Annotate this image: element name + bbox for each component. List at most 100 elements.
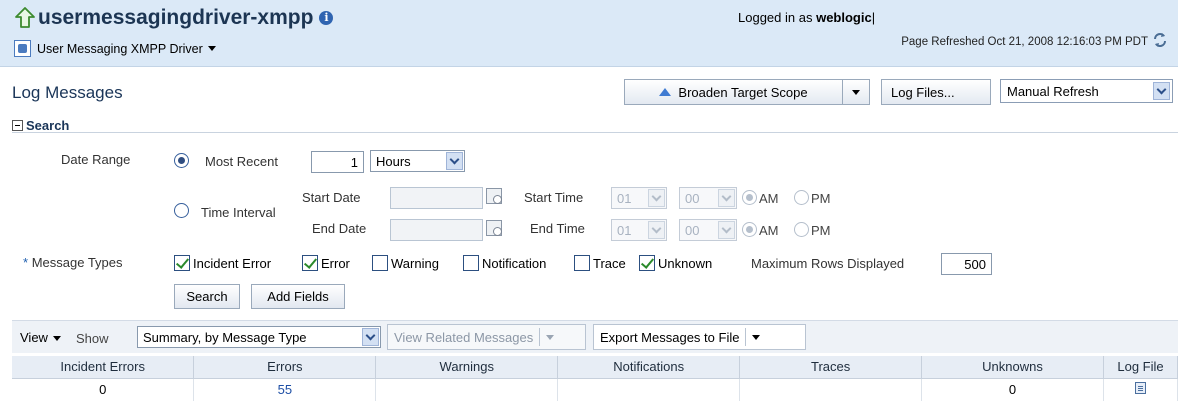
end-time-label: End Time xyxy=(530,221,585,236)
start-minute-select[interactable]: 00 xyxy=(679,187,737,209)
refresh-mode-select[interactable]: Manual Refresh xyxy=(1000,79,1173,103)
show-select[interactable]: Summary, by Message Type xyxy=(137,326,381,348)
start-date-input[interactable] xyxy=(390,187,483,209)
page-refreshed-text: Page Refreshed Oct 21, 2008 12:16:03 PM … xyxy=(901,36,1148,48)
view-menu[interactable]: View xyxy=(20,330,61,345)
end-hour-value: 01 xyxy=(617,223,632,238)
start-am-radio[interactable] xyxy=(742,190,757,205)
logged-in-user[interactable]: weblogic xyxy=(816,10,872,25)
error-label: Error xyxy=(321,256,350,271)
export-dropdown[interactable] xyxy=(746,325,766,349)
most-recent-radio[interactable] xyxy=(174,153,189,168)
end-date-input[interactable] xyxy=(390,219,483,241)
column-header-incident-errors[interactable]: Incident Errors xyxy=(12,356,195,379)
start-am-label: AM xyxy=(759,191,779,206)
end-am-radio[interactable] xyxy=(742,222,757,237)
start-time-label: Start Time xyxy=(524,190,584,205)
time-interval-radio[interactable] xyxy=(174,203,189,218)
log-files-button[interactable]: Log Files... xyxy=(881,79,991,105)
refresh-icon[interactable] xyxy=(1151,31,1169,49)
export-messages-button[interactable]: Export Messages to File xyxy=(593,324,806,350)
broaden-label: Broaden Target Scope xyxy=(678,84,808,100)
broaden-main[interactable]: Broaden Target Scope xyxy=(625,80,843,104)
results-table: Incident Errors Errors Warnings Notifica… xyxy=(12,356,1178,401)
end-pm-radio[interactable] xyxy=(794,222,809,237)
up-arrow-icon[interactable] xyxy=(14,6,36,30)
column-header-traces[interactable]: Traces xyxy=(739,356,923,379)
chevron-down-icon xyxy=(718,221,735,239)
triangle-up-icon xyxy=(659,88,672,96)
end-minute-select[interactable]: 00 xyxy=(679,219,737,241)
chevron-down-icon xyxy=(648,221,665,239)
notifications-cell xyxy=(557,378,741,401)
log-file-cell xyxy=(1103,378,1178,401)
error-checkbox[interactable] xyxy=(302,255,318,271)
end-pm-label: PM xyxy=(811,223,831,238)
chevron-down-icon xyxy=(1153,82,1170,100)
start-pm-label: PM xyxy=(811,191,831,206)
calendar-icon[interactable] xyxy=(486,220,502,236)
column-header-unknowns[interactable]: Unknowns xyxy=(921,356,1104,379)
end-date-label: End Date xyxy=(312,221,367,236)
start-minute-value: 00 xyxy=(685,191,700,206)
column-header-errors[interactable]: Errors xyxy=(193,356,377,379)
chevron-down-icon xyxy=(752,334,761,340)
end-am-label: AM xyxy=(759,223,779,238)
max-rows-label: Maximum Rows Displayed xyxy=(751,256,905,271)
calendar-icon[interactable] xyxy=(486,188,502,204)
logged-in-status: Logged in as weblogic| xyxy=(738,10,875,25)
notification-checkbox[interactable] xyxy=(463,255,479,271)
results-toolbar: View Show Summary, by Message Type View … xyxy=(12,320,1178,353)
end-hour-select[interactable]: 01 xyxy=(611,219,667,241)
time-interval-label: Time Interval xyxy=(201,205,276,220)
message-types-text: Message Types xyxy=(31,255,123,270)
add-fields-button[interactable]: Add Fields xyxy=(251,284,345,309)
broaden-target-scope-button[interactable]: Broaden Target Scope xyxy=(624,79,870,105)
chevron-down-icon xyxy=(52,336,61,342)
search-header-label: Search xyxy=(26,118,70,133)
trace-label: Trace xyxy=(593,256,626,271)
target-header: usermessagingdriver-xmpp i User Messagin… xyxy=(0,0,1178,67)
target-menu-label: User Messaging XMPP Driver xyxy=(37,41,203,56)
time-unit-value: Hours xyxy=(376,154,411,169)
column-header-log-file[interactable]: Log File xyxy=(1103,356,1178,379)
refresh-mode-value: Manual Refresh xyxy=(1007,83,1099,99)
warning-checkbox[interactable] xyxy=(372,255,388,271)
view-related-label: View Related Messages xyxy=(394,329,534,345)
message-types-label: * Message Types xyxy=(23,255,123,270)
start-pm-radio[interactable] xyxy=(794,190,809,205)
chevron-down-icon xyxy=(362,328,379,346)
chevron-down-icon xyxy=(207,46,216,51)
log-file-icon[interactable] xyxy=(1134,382,1146,395)
broaden-dropdown[interactable] xyxy=(843,80,869,104)
required-mark: * xyxy=(23,255,29,270)
start-hour-select[interactable]: 01 xyxy=(611,187,667,209)
start-date-label: Start Date xyxy=(302,190,361,205)
search-section-header[interactable]: Search xyxy=(12,110,1178,133)
most-recent-label: Most Recent xyxy=(205,154,278,169)
end-minute-value: 00 xyxy=(685,223,700,238)
unknown-label: Unknown xyxy=(658,256,713,271)
view-menu-label: View xyxy=(20,330,48,345)
most-recent-input[interactable]: 1 xyxy=(311,151,364,173)
time-unit-select[interactable]: Hours xyxy=(370,150,465,172)
column-header-notifications[interactable]: Notifications xyxy=(557,356,741,379)
chevron-down-icon xyxy=(446,152,463,170)
incident-error-checkbox[interactable] xyxy=(174,255,190,271)
collapse-icon[interactable] xyxy=(12,120,23,131)
notification-label: Notification xyxy=(482,256,547,271)
view-related-messages-button[interactable]: View Related Messages xyxy=(387,324,586,350)
target-menu[interactable]: User Messaging XMPP Driver xyxy=(14,40,216,57)
trace-checkbox[interactable] xyxy=(574,255,590,271)
view-related-dropdown[interactable] xyxy=(540,325,560,349)
divider: | xyxy=(871,10,876,25)
unknown-checkbox[interactable] xyxy=(639,255,655,271)
search-button[interactable]: Search xyxy=(174,284,240,309)
info-icon[interactable]: i xyxy=(319,11,334,25)
errors-count-link[interactable]: 55 xyxy=(193,378,377,401)
date-range-label: Date Range xyxy=(61,152,131,167)
max-rows-input[interactable]: 500 xyxy=(941,253,992,275)
column-header-warnings[interactable]: Warnings xyxy=(375,356,559,379)
start-hour-value: 01 xyxy=(617,191,632,206)
traces-cell xyxy=(739,378,923,401)
